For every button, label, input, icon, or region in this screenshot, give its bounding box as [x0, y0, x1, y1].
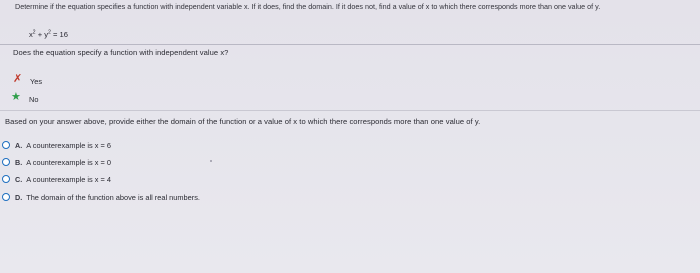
- option-c[interactable]: C. A counterexample is x = 4: [2, 173, 111, 185]
- option-c-text: A counterexample is x = 4: [26, 174, 112, 184]
- option-a[interactable]: A. A counterexample is x = 6: [2, 139, 111, 151]
- option-b[interactable]: B. A counterexample is x = 0: [2, 156, 111, 168]
- option-a-letter: A.: [15, 140, 23, 150]
- answer-yes[interactable]: Yes: [30, 77, 42, 86]
- incorrect-x-icon: ✗: [13, 73, 23, 85]
- option-d-text: The domain of the function above is all …: [26, 192, 200, 202]
- divider-middle: [0, 110, 700, 111]
- equation-operator: +: [37, 30, 43, 39]
- option-c-radio[interactable]: [2, 175, 10, 183]
- equation-x-exponent: 2: [32, 29, 36, 36]
- option-b-text: A counterexample is x = 0: [26, 157, 112, 167]
- option-c-letter: C.: [15, 174, 23, 184]
- equation-rhs: = 16: [52, 30, 68, 39]
- divider-top: [0, 44, 700, 45]
- question-prompt: Determine if the equation specifies a fu…: [15, 2, 601, 11]
- option-d[interactable]: D. The domain of the function above is a…: [2, 191, 200, 203]
- question-2-text: Based on your answer above, provide eith…: [5, 117, 481, 126]
- mouse-cursor-dot: [210, 160, 212, 162]
- option-a-radio[interactable]: [2, 141, 10, 149]
- option-d-radio[interactable]: [2, 193, 10, 201]
- option-d-letter: D.: [15, 192, 23, 202]
- equation: x2 + y2 = 16: [29, 30, 68, 39]
- option-b-letter: B.: [15, 157, 23, 167]
- option-a-text: A counterexample is x = 6: [26, 140, 112, 150]
- correct-star-icon: ★: [11, 91, 21, 103]
- equation-y-exponent: 2: [48, 29, 51, 36]
- option-b-radio[interactable]: [2, 158, 10, 166]
- question-1-text: Does the equation specify a function wit…: [13, 48, 229, 57]
- answer-no[interactable]: No: [29, 95, 38, 104]
